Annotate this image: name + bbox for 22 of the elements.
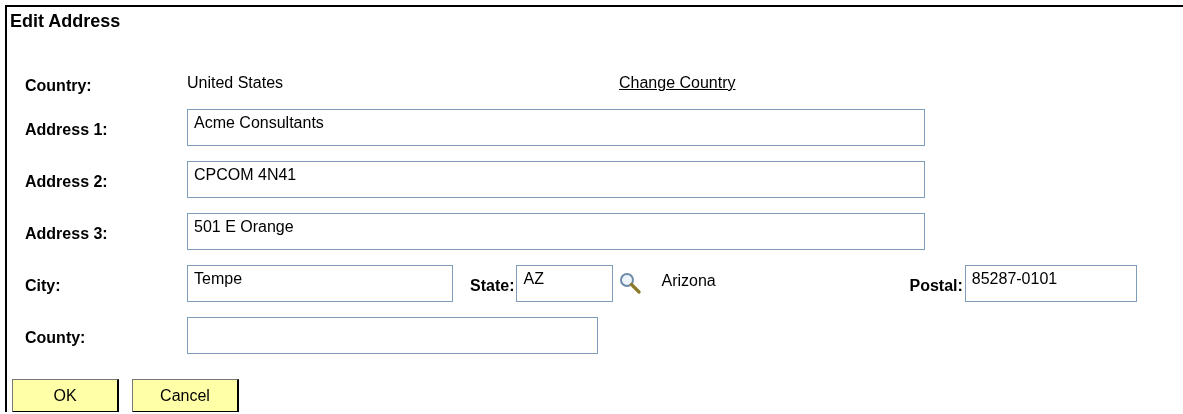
address-field[interactable]: CPCOM 4N41 [187, 160, 925, 198]
cancel-button[interactable]: Cancel [132, 379, 239, 412]
address-field[interactable]: Acme Consultants [187, 108, 925, 146]
field-label: Postal: [909, 276, 963, 295]
field-label: County: [25, 328, 87, 347]
city-field[interactable]: Tempe [187, 264, 453, 302]
country-value: United States [187, 74, 285, 92]
state-field[interactable]: AZ [516, 264, 614, 302]
state-name: Arizona [661, 272, 717, 291]
change-country-link[interactable]: Change Country [619, 74, 736, 92]
field-label: Address 2: [25, 172, 109, 191]
search-icon[interactable] [619, 272, 642, 294]
county-field[interactable] [187, 316, 598, 354]
address-field[interactable]: 501 E Orange [187, 212, 925, 250]
postal-field[interactable]: 85287-0101 [964, 264, 1137, 302]
field-label: Address 3: [25, 224, 109, 243]
field-label: Country: [25, 76, 93, 95]
field-label: City: [25, 276, 62, 295]
field-label: Address 1: [25, 120, 109, 139]
ok-button[interactable]: OK [12, 379, 119, 412]
dialog-title: Edit Address [9, 10, 122, 33]
field-label: State: [470, 276, 515, 295]
